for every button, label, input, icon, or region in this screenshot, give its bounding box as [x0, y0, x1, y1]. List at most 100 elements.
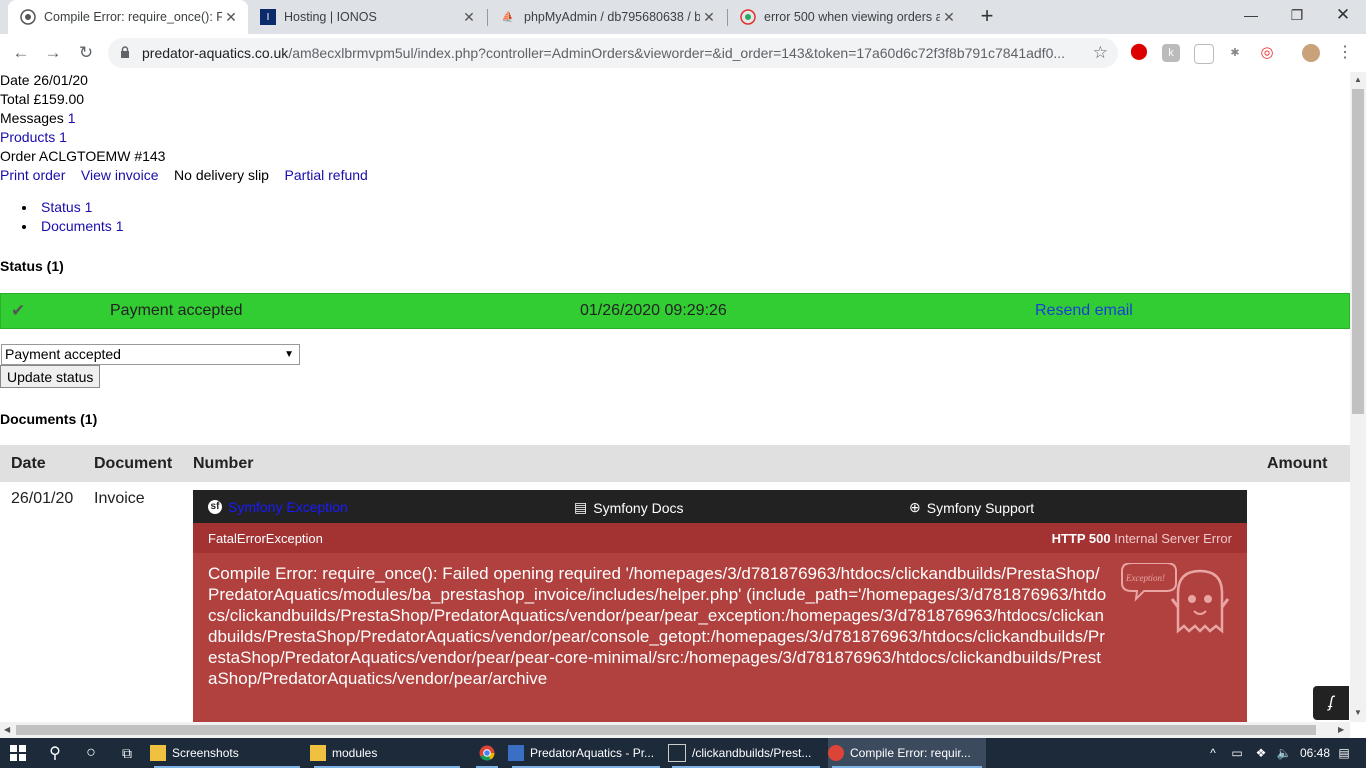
- tab-error-500[interactable]: error 500 when viewing orders ac ✕: [728, 0, 966, 34]
- taskbar-label: Compile Error: requir...: [850, 746, 971, 760]
- documents-heading: Documents (1): [0, 411, 98, 427]
- cortana-icon[interactable]: ○: [74, 738, 108, 768]
- exception-message: Compile Error: require_once(): Failed op…: [208, 564, 1107, 688]
- task-view-icon[interactable]: ⧉: [110, 738, 144, 768]
- partial-refund-link[interactable]: Partial refund: [285, 167, 368, 183]
- close-tab-icon[interactable]: ✕: [940, 9, 958, 26]
- browser-toolbar: ← → ↻ predator-aquatics.co.uk/am8ecxlbrm…: [0, 34, 1366, 73]
- url-path: /am8ecxlbrmvpm5ul/index.php?controller=A…: [288, 45, 1066, 61]
- close-window-icon[interactable]: ✕: [1320, 0, 1366, 30]
- taskbar-item-modules[interactable]: modules: [310, 738, 464, 768]
- reload-icon[interactable]: ↻: [73, 40, 99, 66]
- tray-chevron-up-icon[interactable]: ^: [1204, 738, 1222, 768]
- print-order-link[interactable]: Print order: [0, 167, 65, 183]
- taskbar-item-compile-error[interactable]: Compile Error: requir...: [828, 738, 986, 768]
- symfony-error-panel: sf Symfony Exception ▤ Symfony Docs ⊕ Symfo…: [193, 490, 1247, 722]
- lifebuoy-icon: ⊕: [909, 499, 921, 515]
- tab-compile-error[interactable]: Compile Error: require_once(): Fai ✕: [8, 0, 248, 34]
- ionos-icon: I: [260, 9, 276, 25]
- restore-icon[interactable]: ❐: [1274, 0, 1320, 30]
- status-select[interactable]: Payment accepted ▼: [1, 344, 300, 365]
- close-tab-icon[interactable]: ✕: [700, 9, 718, 26]
- symfony-support-nav[interactable]: ⊕ Symfony Support: [909, 499, 1034, 516]
- symfony-support-label[interactable]: Symfony Support: [927, 500, 1034, 516]
- http-text: Internal Server Error: [1114, 531, 1232, 546]
- close-tab-icon[interactable]: ✕: [222, 9, 240, 26]
- lock-icon: [120, 46, 130, 61]
- symfony-exception-label[interactable]: Symfony Exception: [228, 499, 348, 515]
- exception-class: FatalErrorException: [208, 531, 323, 546]
- close-tab-icon[interactable]: ✕: [460, 9, 478, 26]
- address-bar[interactable]: predator-aquatics.co.uk/am8ecxlbrmvpm5ul…: [108, 38, 1118, 68]
- http-status: HTTP 500 Internal Server Error: [1052, 531, 1232, 546]
- order-actions: Print order View invoice No delivery sli…: [0, 167, 368, 183]
- ghost-label: Exception!: [1125, 573, 1165, 583]
- status-datetime: 01/26/2020 09:29:26: [580, 302, 727, 319]
- tab-documents-label[interactable]: Documents 1: [41, 218, 123, 234]
- exception-body: Compile Error: require_once(): Failed op…: [193, 553, 1247, 722]
- scroll-up-icon[interactable]: ▲: [1354, 75, 1362, 84]
- check-icon: ✔: [11, 301, 26, 320]
- products-link[interactable]: Products 1: [0, 129, 67, 145]
- http-code: HTTP 500: [1051, 531, 1111, 546]
- tab-status-label[interactable]: Status 1: [41, 199, 92, 215]
- extension-icon[interactable]: k: [1162, 44, 1180, 62]
- opera-extension-icon[interactable]: ⬤: [1130, 44, 1148, 62]
- search-icon[interactable]: ⚲: [38, 738, 72, 768]
- symfony-docs-nav[interactable]: ▤ Symfony Docs: [574, 499, 683, 516]
- messages-count-link[interactable]: 1: [68, 110, 76, 126]
- menu-icon[interactable]: ⋮: [1336, 44, 1354, 62]
- dropbox-icon[interactable]: ❖: [1252, 738, 1270, 768]
- bug-extension-icon[interactable]: ✱: [1226, 44, 1244, 62]
- column-amount: Amount: [1267, 455, 1328, 472]
- tab-documents[interactable]: Documents 1: [4, 217, 123, 236]
- order-reference: Order ACLGTOEMW #143: [0, 148, 166, 164]
- back-icon[interactable]: ←: [8, 40, 34, 66]
- resend-email-link[interactable]: Resend email: [1035, 302, 1133, 320]
- taskbar-label: modules: [332, 746, 378, 760]
- scroll-right-icon[interactable]: ▶: [1338, 725, 1344, 734]
- taskbar-item-predatoraquatics[interactable]: PredatorAquatics - Pr...: [508, 738, 664, 768]
- taskbar-item-clickandbuilds[interactable]: /clickandbuilds/Prest...: [668, 738, 824, 768]
- new-tab-button[interactable]: +: [976, 4, 998, 28]
- minimize-icon[interactable]: —: [1228, 0, 1274, 30]
- horizontal-scrollbar[interactable]: ◀ ▶: [0, 722, 1350, 738]
- taskbar-label: PredatorAquatics - Pr...: [530, 746, 655, 760]
- horizontal-scroll-thumb[interactable]: [16, 725, 1316, 735]
- symfony-docs-label[interactable]: Symfony Docs: [593, 500, 683, 516]
- battery-icon[interactable]: ▭: [1228, 738, 1246, 768]
- chrome-taskbar-icon[interactable]: [472, 738, 502, 768]
- status-heading: Status (1): [0, 258, 64, 274]
- profile-avatar[interactable]: [1302, 44, 1320, 62]
- vertical-scrollbar[interactable]: ▲ ▼: [1350, 72, 1366, 722]
- view-invoice-link[interactable]: View invoice: [81, 167, 159, 183]
- status-name: Payment accepted: [110, 302, 243, 319]
- document-type: Invoice: [94, 490, 145, 507]
- vertical-scroll-thumb[interactable]: [1352, 89, 1364, 414]
- tab-ionos[interactable]: I Hosting | IONOS ✕: [248, 0, 486, 34]
- scroll-left-icon[interactable]: ◀: [4, 725, 10, 734]
- exception-ghost-icon: Exception!: [1121, 563, 1230, 634]
- taskbar-item-screenshots[interactable]: Screenshots: [150, 738, 304, 768]
- start-icon[interactable]: [0, 738, 36, 768]
- target-extension-icon[interactable]: ◎: [1258, 44, 1276, 62]
- symfony-exception-nav[interactable]: sf Symfony Exception: [208, 499, 348, 515]
- folder-icon: [150, 745, 166, 761]
- forward-icon[interactable]: →: [40, 40, 66, 66]
- extension-icon[interactable]: [1194, 44, 1214, 64]
- symfony-toolbar-toggle[interactable]: ʄ: [1313, 686, 1349, 720]
- tab-status[interactable]: Status 1: [4, 198, 123, 217]
- bookmark-star-icon[interactable]: ☆: [1093, 43, 1108, 63]
- page-content: Date 26/01/20 Total £159.00 Messages 1 P…: [0, 72, 1350, 722]
- order-subtabs: Status 1 Documents 1: [4, 198, 123, 236]
- tab-phpmyadmin[interactable]: ⛵ phpMyAdmin / db795680638 / b ✕: [488, 0, 726, 34]
- scroll-down-icon[interactable]: ▼: [1354, 708, 1362, 717]
- status-row: ✔ Payment accepted 01/26/2020 09:29:26 R…: [0, 293, 1350, 329]
- notifications-icon[interactable]: ▤: [1322, 738, 1366, 768]
- volume-icon[interactable]: 🔈: [1274, 738, 1294, 768]
- windows-taskbar: ⚲ ○ ⧉ Screenshots modules PredatorAquati…: [0, 738, 1366, 768]
- chrome-page-icon: [20, 9, 36, 25]
- column-number: Number: [193, 455, 254, 472]
- update-status-button[interactable]: Update status: [0, 365, 101, 388]
- column-document: Document: [94, 455, 173, 472]
